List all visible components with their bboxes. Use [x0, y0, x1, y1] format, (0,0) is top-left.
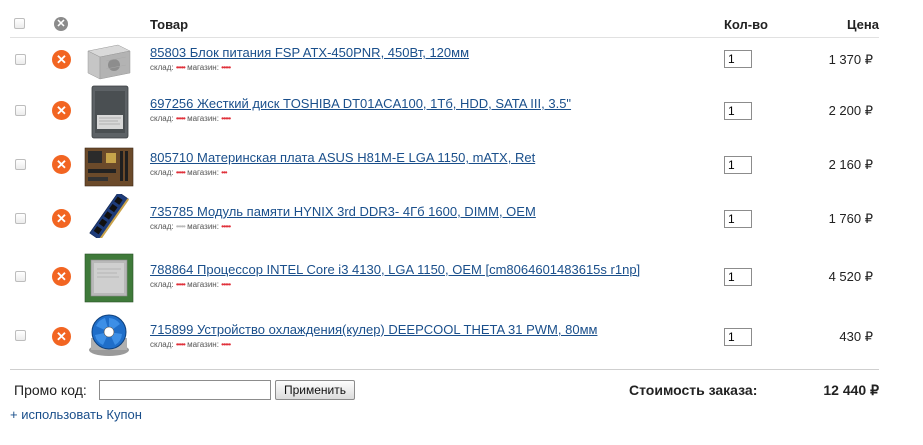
stock-warehouse-label: склад:: [150, 222, 174, 231]
motherboard-image[interactable]: [84, 145, 134, 189]
row-checkbox[interactable]: [15, 159, 26, 170]
remove-item-icon[interactable]: ✕: [52, 155, 71, 174]
stock-info: склад: ••••• магазин: •••: [150, 168, 228, 177]
product-link[interactable]: 788864 Процессор INTEL Core i3 4130, LGA…: [150, 262, 640, 277]
stock-store-dots: •••••: [221, 280, 231, 289]
row-checkbox[interactable]: [15, 213, 26, 224]
remove-item-icon[interactable]: ✕: [52, 267, 71, 286]
row-checkbox[interactable]: [15, 105, 26, 116]
quantity-input[interactable]: [724, 156, 752, 174]
stock-store-dots: •••••: [221, 340, 231, 349]
stock-warehouse-dots: •••••: [175, 280, 186, 289]
cart-row: ✕ 715899 Устройство охлаждения(кулер) DE…: [0, 314, 923, 375]
item-price: 1 760 ₽: [828, 211, 873, 226]
item-price: 430 ₽: [839, 329, 873, 344]
stock-warehouse-label: склад:: [150, 340, 174, 349]
order-total-value: 12 440 ₽: [823, 382, 879, 398]
promo-code-input[interactable]: [99, 380, 271, 400]
quantity-input[interactable]: [724, 328, 752, 346]
psu-image[interactable]: [84, 41, 134, 85]
product-link[interactable]: 715899 Устройство охлаждения(кулер) DEEP…: [150, 322, 597, 337]
cart-row: ✕ 697256 Жесткий диск TOSHIBA DT01ACA100…: [0, 85, 923, 150]
remove-item-icon[interactable]: ✕: [52, 50, 71, 69]
stock-store-label: магазин:: [187, 168, 219, 177]
product-link[interactable]: 697256 Жесткий диск TOSHIBA DT01ACA100, …: [150, 96, 571, 111]
stock-warehouse-dots: •••••: [175, 340, 186, 349]
cooler-image[interactable]: [84, 312, 134, 360]
stock-store-dots: •••••: [221, 63, 231, 72]
row-checkbox[interactable]: [15, 271, 26, 282]
remove-item-icon[interactable]: ✕: [52, 327, 71, 346]
stock-store-label: магазин:: [187, 114, 219, 123]
row-checkbox[interactable]: [15, 330, 26, 341]
stock-warehouse-label: склад:: [150, 63, 174, 72]
cart-row: ✕ 788864 Процессор INTEL Core i3 4130, L…: [0, 253, 923, 316]
header-divider: [10, 37, 879, 38]
stock-warehouse-dots: •••••: [175, 168, 186, 177]
stock-info: склад: ••••• магазин: •••••: [150, 340, 231, 349]
use-coupon-link[interactable]: + использовать Купон: [10, 407, 142, 422]
stock-warehouse-dots: •••••: [175, 63, 186, 72]
stock-store-dots: •••••: [221, 222, 231, 231]
stock-store-label: магазин:: [187, 280, 219, 289]
order-total-label: Стоимость заказа:: [629, 382, 758, 398]
stock-warehouse-label: склад:: [150, 168, 174, 177]
stock-warehouse-label: склад:: [150, 280, 174, 289]
cart-header: ✕ Товар Кол-во Цена: [0, 14, 923, 36]
shopping-cart: ✕ Товар Кол-во Цена ✕ 85803 Блок питания…: [0, 0, 923, 445]
item-price: 1 370 ₽: [828, 52, 873, 67]
quantity-input[interactable]: [724, 268, 752, 286]
cart-row: ✕ 805710 Материнская плата ASUS H81M-E L…: [0, 147, 923, 204]
product-link[interactable]: 735785 Модуль памяти HYNIX 3rd DDR3- 4Гб…: [150, 204, 536, 219]
remove-all-icon[interactable]: ✕: [54, 17, 68, 31]
select-all-checkbox[interactable]: [14, 18, 25, 29]
cart-row: ✕ 735785 Модуль памяти HYNIX 3rd DDR3- 4…: [0, 194, 923, 258]
stock-warehouse-dots: •••••: [175, 222, 186, 231]
product-link[interactable]: 85803 Блок питания FSP ATX-450PNR, 450Вт…: [150, 45, 469, 60]
cpu-image[interactable]: [84, 253, 134, 303]
promo-code-label: Промо код:: [14, 382, 87, 398]
ram-image[interactable]: [84, 194, 134, 238]
product-link[interactable]: 805710 Материнская плата ASUS H81M-E LGA…: [150, 150, 535, 165]
apply-promo-button[interactable]: Применить: [275, 380, 355, 400]
stock-info: склад: ••••• магазин: •••••: [150, 63, 231, 72]
column-header-price: Цена: [847, 17, 879, 32]
quantity-input[interactable]: [724, 50, 752, 68]
stock-store-label: магазин:: [187, 340, 219, 349]
stock-warehouse-dots: •••••: [175, 114, 186, 123]
remove-item-icon[interactable]: ✕: [52, 209, 71, 228]
column-header-qty: Кол-во: [724, 17, 768, 32]
remove-item-icon[interactable]: ✕: [52, 101, 71, 120]
column-header-product: Товар: [150, 17, 189, 32]
stock-store-label: магазин:: [187, 63, 219, 72]
stock-info: склад: ••••• магазин: •••••: [150, 280, 231, 289]
stock-store-dots: •••••: [221, 114, 231, 123]
item-price: 2 200 ₽: [828, 103, 873, 118]
item-price: 2 160 ₽: [828, 157, 873, 172]
stock-warehouse-label: склад:: [150, 114, 174, 123]
stock-store-dots: •••: [221, 168, 227, 177]
stock-info: склад: ••••• магазин: •••••: [150, 114, 231, 123]
cart-row: ✕ 85803 Блок питания FSP ATX-450PNR, 450…: [0, 42, 923, 96]
hdd-image[interactable]: [90, 85, 130, 139]
footer-divider: [10, 369, 879, 370]
stock-store-label: магазин:: [187, 222, 219, 231]
item-price: 4 520 ₽: [828, 269, 873, 284]
quantity-input[interactable]: [724, 102, 752, 120]
row-checkbox[interactable]: [15, 54, 26, 65]
stock-info: склад: ••••• магазин: •••••: [150, 222, 231, 231]
quantity-input[interactable]: [724, 210, 752, 228]
